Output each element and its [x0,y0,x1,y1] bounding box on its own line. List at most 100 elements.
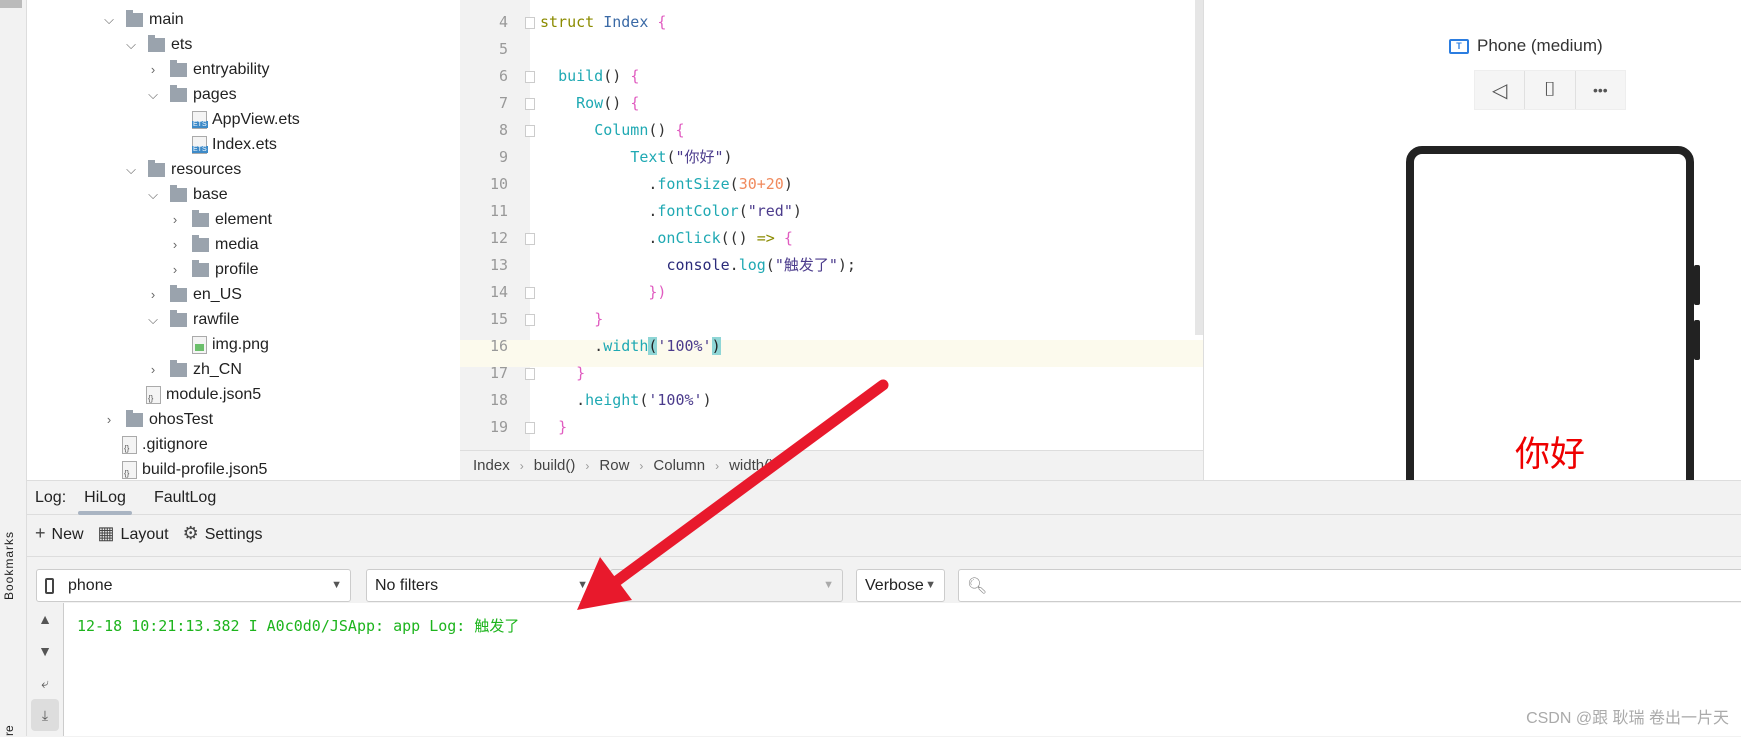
tree-item-label: main [149,10,184,28]
line-number: 16 [489,337,508,355]
chevron-down-icon[interactable]: ⌵ [146,187,160,203]
log-line: 12-18 10:21:13.382 I A0c0d0/JSApp: app L… [77,617,520,635]
filter-select[interactable]: No filters ▼ [366,569,597,602]
scroll-to-end-icon[interactable]: ⤓ [31,699,59,731]
code-token: '100%' [657,337,712,355]
chevron-down-icon[interactable]: ⌵ [102,12,116,28]
breadcrumb-item[interactable]: Index [473,457,510,474]
tree-item[interactable]: build-profile.json5 [122,457,267,482]
fold-marker-icon[interactable] [525,422,535,434]
chevron-right-icon[interactable]: › [168,237,182,252]
tree-item[interactable]: module.json5 [146,382,261,407]
tree-item[interactable]: › media [168,232,259,257]
device-title: T Phone (medium) [1449,36,1603,56]
editor-scrollbar[interactable] [1195,0,1203,335]
folder-icon [148,34,165,52]
fold-marker-icon[interactable] [525,314,535,326]
breadcrumb-item[interactable]: Column [653,457,705,474]
tree-item[interactable]: AppView.ets [168,107,300,132]
chevron-right-icon[interactable]: › [168,212,182,227]
code-token: () [603,67,631,85]
tree-item[interactable]: › zh_CN [146,357,242,382]
chevron-down-icon[interactable]: ⌵ [124,162,138,178]
tree-item[interactable]: ⌵ pages [146,82,237,107]
breadcrumb-item[interactable]: width() [729,457,774,474]
fold-marker-icon[interactable] [525,368,535,380]
tree-item[interactable]: .gitignore [122,432,208,457]
folder-icon [170,284,187,302]
tree-item[interactable]: ⌵ resources [124,157,241,182]
code-token: height [585,391,640,409]
new-button[interactable]: + New [35,523,84,544]
log-search-input[interactable]: 🔍︎ [958,569,1741,602]
settings-button[interactable]: ⚙ Settings [183,523,263,544]
tree-item[interactable]: img.png [168,332,269,357]
soft-wrap-icon[interactable]: ⤶ [27,667,63,699]
chevron-down-icon[interactable]: ⌵ [124,37,138,53]
scroll-down-icon[interactable]: ▼ [27,635,63,667]
log-output[interactable]: 12-18 10:21:13.382 I A0c0d0/JSApp: app L… [63,603,1741,736]
breadcrumb-item[interactable]: Row [599,457,629,474]
structure-tab[interactable]: re [2,725,16,736]
strip-button[interactable] [0,0,22,8]
folder-icon [170,84,187,102]
process-select[interactable]: ▼ [610,569,843,602]
layout-label: Layout [120,525,169,543]
code-token: . [540,229,658,247]
fold-marker-icon[interactable] [525,125,535,137]
back-icon[interactable]: ◁ [1475,71,1526,109]
breadcrumb-item[interactable]: build() [534,457,576,474]
tree-item[interactable]: ⌵ ets [124,32,192,57]
tree-item[interactable]: Index.ets [168,132,277,157]
code-token: ) [783,175,793,193]
chevron-right-icon[interactable]: › [146,287,160,302]
code-token: . [540,391,586,409]
fold-marker-icon[interactable] [525,233,535,245]
folder-icon [126,409,143,427]
device-select[interactable]: phone ▼ [36,569,351,602]
code-token: log [738,256,766,274]
line-number: 10 [489,175,508,193]
tree-item-label: resources [171,160,242,178]
more-icon[interactable]: ••• [1576,71,1625,109]
folder-icon [170,309,187,327]
chevron-down-icon: ▼ [577,579,588,591]
fold-marker-icon[interactable] [525,98,535,110]
chevron-right-icon[interactable]: › [168,262,182,277]
line-number: 14 [489,283,508,301]
preview-hello-text[interactable]: 你好 [1414,426,1686,477]
code-token: . [729,256,739,274]
bookmarks-tab[interactable]: Bookmarks [2,531,16,600]
file-icon [192,335,207,354]
code-token: { [630,67,640,85]
watermark: CSDN @跟 耿瑞 卷出一片天 [1526,710,1729,727]
line-number: 5 [498,40,508,58]
tree-item[interactable]: ⌵ main [102,7,184,32]
fold-marker-icon[interactable] [525,287,535,299]
tree-item[interactable]: › profile [168,257,259,282]
rotate-device-icon[interactable]: ⌷ [1525,71,1576,109]
tab-hilog[interactable]: HiLog [70,481,140,515]
scroll-up-icon[interactable]: ▲ [27,603,63,635]
chevron-down-icon: ▼ [925,579,936,591]
tree-item[interactable]: › en_US [146,282,242,307]
tree-item[interactable]: › element [168,207,272,232]
tab-faultlog[interactable]: FaultLog [140,481,230,515]
fold-marker-icon[interactable] [525,17,535,29]
chevron-right-icon[interactable]: › [146,62,160,77]
tree-item[interactable]: › entryability [146,57,269,82]
code-editor[interactable]: 4 struct Index {5 6 build() {7 Row() {8 Co… [460,0,1203,450]
tree-item[interactable]: ⌵ base [146,182,228,207]
fold-marker-icon[interactable] [525,71,535,83]
level-select[interactable]: Verbose ▼ [856,569,945,602]
chevron-right-icon[interactable]: › [146,362,160,377]
chevron-right-icon[interactable]: › [102,412,116,427]
layout-button[interactable]: ▦ Layout [98,523,169,544]
code-token: Column [594,121,649,139]
tree-item[interactable]: ⌵ rawfile [146,307,239,332]
chevron-down-icon[interactable]: ⌵ [146,87,160,103]
tree-item[interactable]: › ohosTest [102,407,213,432]
log-tabs: Log: HiLog FaultLog [27,481,1741,515]
chevron-down-icon[interactable]: ⌵ [146,312,160,328]
